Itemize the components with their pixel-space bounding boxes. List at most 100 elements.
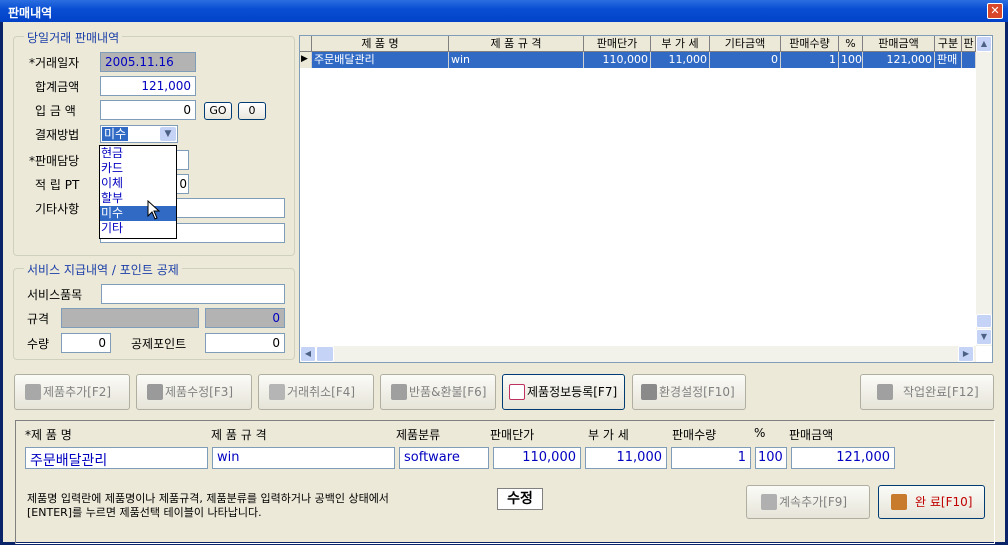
table-cell[interactable]: 0 [710,52,781,68]
table-cell[interactable]: win [449,52,584,68]
trade-date-field[interactable]: 2005.11.16 [100,52,196,72]
pct-field[interactable]: 100 [755,447,787,469]
payment-option-highlighted[interactable]: 미수 [100,206,176,221]
scroll-down-icon[interactable]: ▼ [976,329,992,345]
seller-label: *판매담당 [29,154,80,168]
column-header[interactable]: % [839,36,863,52]
chevron-down-icon[interactable]: ▼ [160,127,176,141]
column-header[interactable]: 구분 [935,36,962,52]
table-cell[interactable]: 121,000 [863,52,935,68]
column-header[interactable]: 제 품 규 격 [449,36,584,52]
trash-icon [269,383,285,400]
product-category-field[interactable]: software [399,447,489,469]
scroll-right-icon[interactable]: ▶ [958,346,974,362]
table-cell[interactable]: 100 [839,52,863,68]
vertical-scrollbar[interactable]: ▲ ▼ [976,36,992,346]
product-spec-field[interactable]: win [212,447,395,469]
window-title: 판매내역 [8,6,53,20]
document-icon [509,383,525,400]
column-header[interactable]: 판매수량 [781,36,839,52]
column-header[interactable]: 부 가 세 [651,36,710,52]
payment-option[interactable]: 현금 [100,146,176,161]
price-field[interactable]: 110,000 [493,447,581,469]
go-button[interactable]: GO [204,102,232,120]
service-spec-field[interactable] [61,308,199,328]
settings-button[interactable]: 환경설정[F10] [632,374,746,410]
table-cell[interactable]: 110,000 [584,52,651,68]
column-header[interactable]: 판매금액 [863,36,935,52]
continue-add-button[interactable]: 계속추가[F9] [746,485,870,519]
finish-work-button[interactable]: 작업완료[F12] [860,374,994,410]
add-product-label: 제품추가[F2] [43,385,112,399]
table-cell[interactable]: 판매 [935,52,962,68]
seller-field[interactable] [175,150,189,170]
complete-label: 완 료[F10] [915,495,973,509]
trade-date-label: *거래일자 [29,56,80,70]
product-register-label: 제품정보등록[F7] [527,385,618,399]
mouse-cursor-icon [147,200,161,220]
deduct-points-label: 공제포인트 [131,337,187,351]
payment-option[interactable]: 할부 [100,191,176,206]
vat-field[interactable]: 11,000 [585,447,667,469]
close-icon[interactable]: ✕ [987,3,1003,19]
entry-header-category: 제품분류 [396,428,441,442]
column-header[interactable]: 기타금액 [710,36,781,52]
table-cell[interactable]: 주문배달관리 [312,52,449,68]
add-product-button[interactable]: 제품추가[F2] [14,374,130,410]
service-spec-value[interactable]: 0 [205,308,285,328]
cancel-trade-label: 거래취소[F4] [287,385,356,399]
column-header[interactable]: 판 [962,36,976,52]
zero-button[interactable]: 0 [238,102,266,120]
horizontal-scrollbar[interactable]: ◀ ▶ [300,346,976,362]
product-name-field[interactable]: 주문배달관리 [25,447,208,469]
entry-header-price: 판매단가 [490,428,535,442]
memo-field-1[interactable] [175,198,285,218]
service-qty-field[interactable]: 0 [61,333,111,353]
entry-header-spec: 제 품 규 격 [211,428,267,442]
service-item-label: 서비스품목 [27,288,83,302]
qty-field[interactable]: 1 [671,447,751,469]
edit-product-button[interactable]: 제품수정[F3] [136,374,252,410]
column-header[interactable]: 판매단가 [584,36,651,52]
table-cell[interactable]: 11,000 [651,52,710,68]
add-product-icon [25,383,41,400]
payment-option[interactable]: 이체 [100,176,176,191]
deposit-field[interactable]: 0 [100,100,196,120]
sales-grid[interactable]: 제 품 명 제 품 규 격 판매단가 부 가 세 기타금액 판매수량 % 판매금… [299,35,993,363]
payment-combo[interactable]: 미수 ▼ [100,125,178,143]
memo-label: 기타사항 [35,202,80,216]
total-label: 합계금액 [35,80,80,94]
hscroll-thumb[interactable] [316,346,334,362]
door-icon [891,493,907,510]
deduct-points-field[interactable]: 0 [205,333,285,353]
continue-add-label: 계속추가[F9] [779,495,848,509]
scroll-thumb[interactable] [976,314,992,328]
payment-label: 결재방법 [35,128,80,142]
scroll-up-icon[interactable]: ▲ [976,36,992,52]
payment-option[interactable]: 기타 [100,221,176,236]
cancel-trade-button[interactable]: 거래취소[F4] [258,374,374,410]
scroll-left-icon[interactable]: ◀ [300,346,316,362]
return-refund-button[interactable]: 반품&환불[F6] [380,374,496,410]
complete-button[interactable]: 완 료[F10] [878,485,985,519]
payment-dropdown: 현금 카드 이체 할부 미수 기타 [99,145,177,239]
product-register-button[interactable]: 제품정보등록[F7] [502,374,625,410]
settings-label: 환경설정[F10] [659,385,735,399]
table-cell[interactable] [962,52,976,68]
service-qty-label: 수량 [27,337,50,351]
entry-header-qty: 판매수량 [672,428,717,442]
deposit-label: 입 금 액 [35,104,76,118]
edit-product-label: 제품수정[F3] [165,385,234,399]
total-field[interactable]: 121,000 [100,76,196,96]
row-marker-icon: ▶ [300,52,312,68]
payment-option[interactable]: 카드 [100,161,176,176]
gear-icon [641,383,657,400]
column-header[interactable]: 제 품 명 [312,36,449,52]
table-cell[interactable]: 1 [781,52,839,68]
points-field[interactable]: 0 [175,174,189,194]
mode-badge: 수정 [497,488,543,510]
service-item-field[interactable] [101,284,285,304]
group-title: 당일거래 판매내역 [24,29,123,46]
amount-field[interactable]: 121,000 [791,447,895,469]
finish-work-label: 작업완료[F12] [903,385,979,399]
